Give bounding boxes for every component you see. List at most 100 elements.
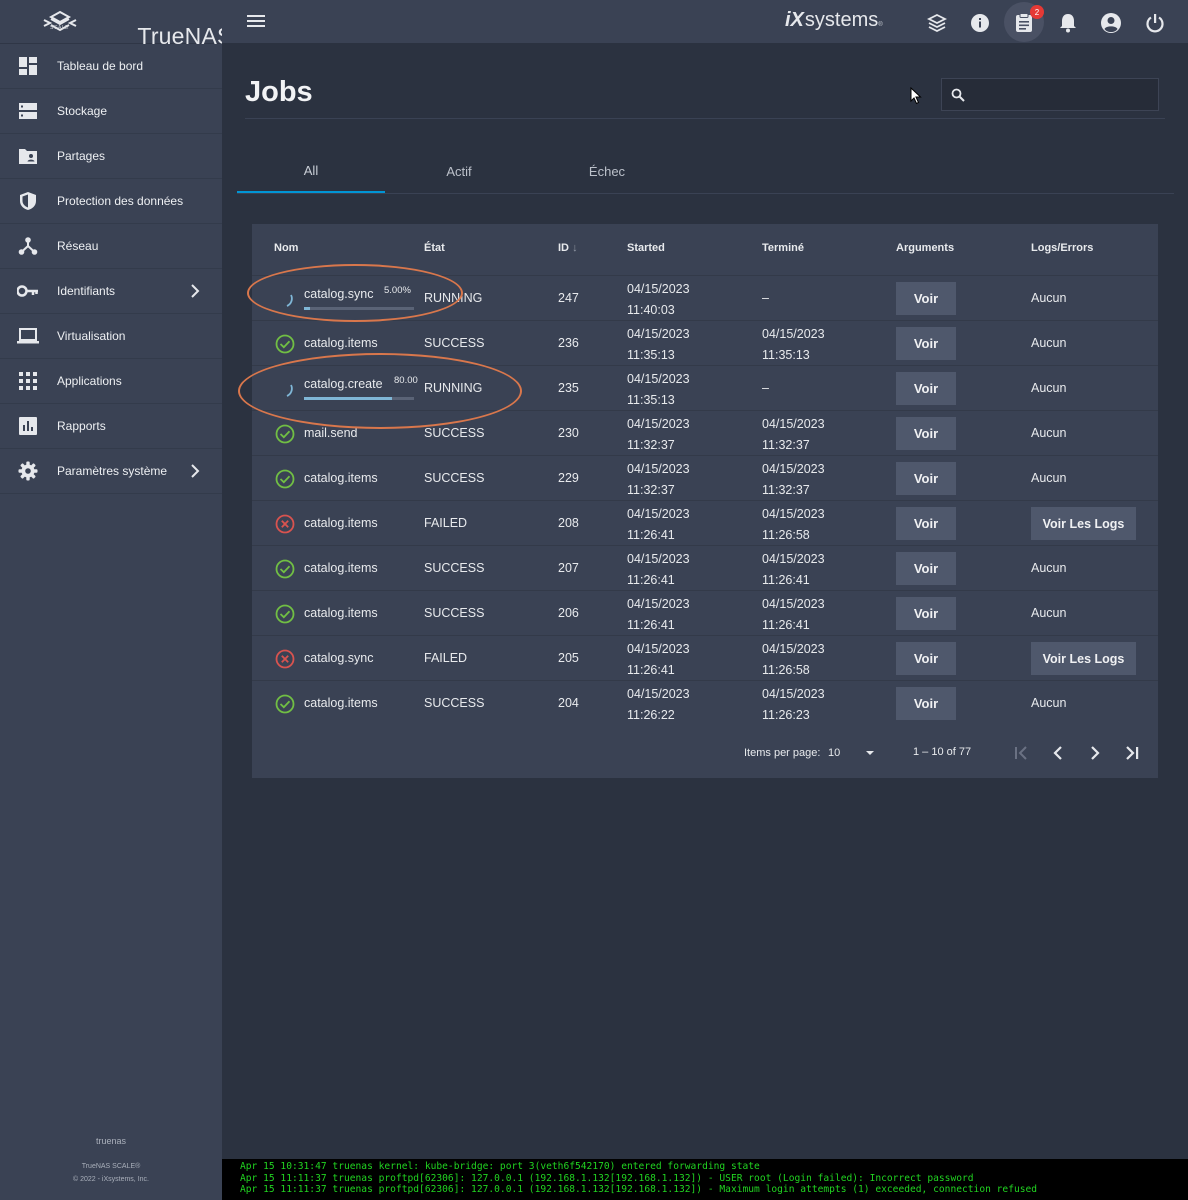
sidebar-item-insert-chart[interactable]: Rapports: [0, 404, 222, 449]
tab-all[interactable]: All: [237, 150, 385, 193]
job-state: FAILED: [424, 651, 468, 665]
started-time: 11:26:41: [627, 618, 675, 632]
job-state: SUCCESS: [424, 696, 485, 710]
chevron-down-icon[interactable]: [864, 747, 876, 759]
console-line: Apr 15 11:11:37 truenas proftpd[62306]: …: [240, 1172, 974, 1184]
column-header-id[interactable]: ID ↓: [558, 242, 578, 254]
sidebar-item-storage[interactable]: Stockage: [0, 89, 222, 134]
job-finished: 04/15/2023 11:26:41: [762, 594, 825, 636]
shield-icon: [17, 190, 39, 212]
job-name: catalog.items: [304, 606, 378, 620]
sidebar-item-gear[interactable]: Paramètres système: [0, 449, 222, 494]
finished-time: 11:26:41: [762, 573, 810, 587]
account-icon[interactable]: [1100, 12, 1122, 34]
sidebar-item-network[interactable]: Réseau: [0, 224, 222, 269]
next-page-icon[interactable]: [1085, 743, 1105, 763]
sidebar-item-dashboard[interactable]: Tableau de bord: [0, 44, 222, 89]
job-id: 230: [558, 426, 579, 440]
items-per-page-label: Items per page:: [744, 747, 821, 759]
table-row: catalog.sync FAILED 205 04/15/2023 11:26:41 0…: [252, 635, 1158, 680]
search-input[interactable]: [972, 79, 1152, 110]
truenas-logo[interactable]: TrueNAS SCALE: [0, 0, 232, 49]
job-logs: Aucun: [1031, 606, 1067, 620]
job-started: 04/15/2023 11:32:37: [627, 459, 690, 501]
first-page-icon[interactable]: [1011, 743, 1031, 763]
job-name: catalog.items: [304, 561, 378, 575]
last-page-icon[interactable]: [1122, 743, 1142, 763]
tab-active[interactable]: Actif: [385, 150, 533, 193]
finished-date: 04/15/2023: [762, 687, 825, 701]
sidebar-item-folder-shared[interactable]: Partages: [0, 134, 222, 179]
items-per-page-select[interactable]: 10: [828, 747, 840, 759]
started-time: 11:26:41: [627, 573, 675, 587]
started-date: 04/15/2023: [627, 552, 690, 566]
truecommand-icon[interactable]: [926, 12, 948, 34]
search-icon: [951, 88, 965, 102]
search-field[interactable]: [941, 78, 1159, 111]
sidebar-item-label: Réseau: [57, 239, 99, 253]
job-started: 04/15/2023 11:26:41: [627, 639, 690, 681]
key-icon: [17, 280, 39, 302]
started-date: 04/15/2023: [627, 462, 690, 476]
job-id: 205: [558, 651, 579, 665]
view-arguments-button[interactable]: Voir: [896, 642, 956, 675]
job-name: catalog.items: [304, 696, 378, 710]
power-icon[interactable]: [1144, 12, 1166, 34]
view-logs-button[interactable]: Voir Les Logs: [1031, 642, 1136, 675]
view-arguments-button[interactable]: Voir: [896, 372, 956, 405]
job-started: 04/15/2023 11:35:13: [627, 369, 690, 411]
topbar: iX systems ® 2: [222, 0, 1188, 44]
page-title: Jobs: [245, 76, 313, 108]
table-row: catalog.items SUCCESS 206 04/15/2023 11:26:4…: [252, 590, 1158, 635]
view-arguments-button[interactable]: Voir: [896, 462, 956, 495]
column-header-name[interactable]: Nom: [274, 242, 298, 254]
previous-page-icon[interactable]: [1048, 743, 1068, 763]
view-arguments-button[interactable]: Voir: [896, 417, 956, 450]
job-logs: Aucun: [1031, 381, 1067, 395]
info-icon[interactable]: [969, 12, 991, 34]
column-header-finished[interactable]: Terminé: [762, 242, 804, 254]
sidebar-item-shield[interactable]: Protection des données: [0, 179, 222, 224]
sidebar-item-apps-grid[interactable]: Applications: [0, 359, 222, 404]
started-time: 11:40:03: [627, 303, 675, 317]
copyright: © 2022 - iXsystems, Inc.: [73, 1176, 149, 1183]
ixsystems-logo[interactable]: iX systems ®: [785, 9, 883, 32]
laptop-icon: [17, 325, 39, 347]
finished-time: 11:32:37: [762, 438, 810, 452]
error-circle-icon: [275, 649, 295, 669]
started-date: 04/15/2023: [627, 372, 690, 386]
column-header-state[interactable]: État: [424, 242, 445, 254]
network-icon: [17, 235, 39, 257]
job-finished: –: [762, 291, 769, 305]
view-arguments-button[interactable]: Voir: [896, 597, 956, 630]
finished-date: 04/15/2023: [762, 327, 825, 341]
column-header-id-label: ID: [558, 242, 569, 254]
table-row: catalog.items SUCCESS 204 04/15/2023 11:26:2…: [252, 680, 1158, 725]
sidebar-item-key[interactable]: Identifiants: [0, 269, 222, 314]
finished-time: 11:35:13: [762, 348, 810, 362]
menu-icon[interactable]: [247, 14, 265, 28]
view-arguments-button[interactable]: Voir: [896, 507, 956, 540]
sidebar-item-laptop[interactable]: Virtualisation: [0, 314, 222, 359]
check-circle-icon: [275, 469, 295, 489]
view-arguments-button[interactable]: Voir: [896, 687, 956, 720]
view-logs-button[interactable]: Voir Les Logs: [1031, 507, 1136, 540]
job-started: 04/15/2023 11:32:37: [627, 414, 690, 456]
view-arguments-button[interactable]: Voir: [896, 327, 956, 360]
job-id: 229: [558, 471, 579, 485]
insert-chart-icon: [17, 415, 39, 437]
check-circle-icon: [275, 559, 295, 579]
view-arguments-button[interactable]: Voir: [896, 552, 956, 585]
job-started: 04/15/2023 11:40:03: [627, 279, 690, 321]
sidebar-item-label: Rapports: [57, 419, 106, 433]
finished-date: 04/15/2023: [762, 417, 825, 431]
column-header-started[interactable]: Started: [627, 242, 665, 254]
sidebar-item-label: Virtualisation: [57, 329, 126, 343]
bell-icon[interactable]: [1057, 12, 1079, 34]
job-id: 235: [558, 381, 579, 395]
started-time: 11:35:13: [627, 393, 675, 407]
view-arguments-button[interactable]: Voir: [896, 282, 956, 315]
title-divider: [245, 118, 1165, 119]
tab-failed[interactable]: Échec: [533, 150, 681, 193]
finished-date: 04/15/2023: [762, 462, 825, 476]
